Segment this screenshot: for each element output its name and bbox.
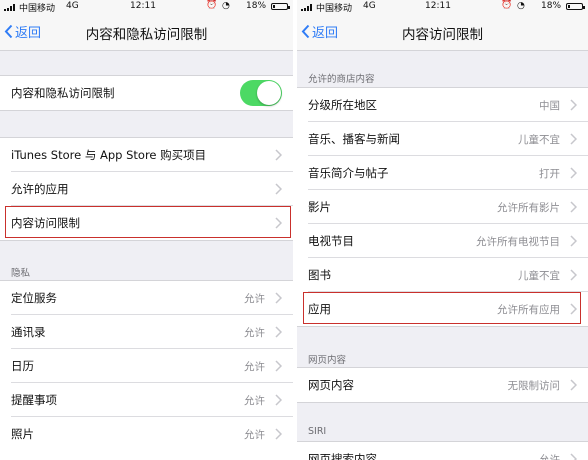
chevron-right-icon (570, 453, 577, 460)
row-value: 儿童不宜 (518, 134, 560, 146)
page-title: 内容访问限制 (402, 27, 483, 43)
chevron-right-icon (570, 133, 577, 145)
clock: 12:11 (130, 1, 156, 11)
row-label: 日历 (11, 359, 34, 373)
row-value: 允许 (244, 327, 265, 339)
row-ratings-region[interactable]: 分级所在地区 中国 (297, 88, 588, 122)
section-header-web-content: 网页内容 (308, 355, 347, 366)
row-value: 允许 (244, 429, 265, 441)
battery-icon (271, 3, 290, 10)
row-books[interactable]: 图书 儿童不宜 (297, 258, 588, 292)
chevron-right-icon (570, 99, 577, 111)
privacy-group: 定位服务 允许 通讯录 允许 日历 允许 提醒事项 允许 照片 允许 (0, 280, 293, 460)
row-movies[interactable]: 影片 允许所有影片 (297, 190, 588, 224)
highlight-box (303, 292, 581, 324)
row-label: 通讯录 (11, 325, 46, 339)
store-content-group: 分级所在地区 中国 音乐、播客与新闻 儿童不宜 音乐简介与帖子 打开 影片 允许… (297, 87, 588, 327)
page-title: 内容和隐私访问限制 (85, 27, 208, 43)
orientation-lock-icon: ◔ (222, 1, 230, 11)
row-label: 图书 (308, 268, 331, 282)
section-header-privacy: 隐私 (11, 268, 31, 279)
section-header-allowed-store-content: 允许的商店内容 (308, 74, 375, 85)
battery-percent: 18% (541, 1, 562, 11)
carrier-name: 中国移动 (19, 4, 56, 14)
chevron-right-icon (275, 428, 282, 440)
network-type: 4G (66, 1, 79, 11)
chevron-right-icon (275, 394, 282, 406)
row-label: 电视节目 (308, 234, 354, 248)
signal-icon (4, 4, 18, 11)
row-label: 网页搜索内容 (308, 452, 377, 460)
restrictions-toggle-group: 内容和隐私访问限制 (0, 75, 293, 111)
navigation-bar: 返回 内容和隐私访问限制 (0, 14, 293, 51)
row-web-content[interactable]: 网页内容 无限制访问 (297, 368, 588, 402)
row-label: 内容和隐私访问限制 (11, 86, 115, 100)
row-web-search-content[interactable]: 网页搜索内容 允许 (297, 442, 588, 460)
chevron-right-icon (570, 167, 577, 179)
row-itunes-app-store-purchases[interactable]: iTunes Store 与 App Store 购买项目 (0, 138, 293, 172)
settings-screen-left: 中国移动 4G 12:11 ⏰ ◔ 18% 返回 内容和隐私访问限制 内容和隐私… (0, 0, 293, 460)
alarm-icon: ⏰ (501, 0, 513, 10)
chevron-right-icon (275, 183, 282, 195)
row-value: 允许 (539, 454, 560, 460)
row-label: 音乐简介与帖子 (308, 166, 389, 180)
row-value: 允许 (244, 293, 265, 305)
row-value: 中国 (539, 100, 560, 112)
row-location-services[interactable]: 定位服务 允许 (0, 281, 293, 315)
row-label: 提醒事项 (11, 393, 57, 407)
row-value: 允许 (244, 395, 265, 407)
battery-icon (566, 3, 585, 10)
navigation-bar: 返回 内容访问限制 (297, 14, 588, 51)
chevron-right-icon (570, 379, 577, 391)
section-header-siri: SIRI (308, 426, 327, 437)
row-allowed-apps[interactable]: 允许的应用 (0, 172, 293, 206)
row-label: 影片 (308, 200, 331, 214)
orientation-lock-icon: ◔ (517, 1, 525, 11)
row-music-podcasts-news[interactable]: 音乐、播客与新闻 儿童不宜 (297, 122, 588, 156)
row-value: 允许 (244, 361, 265, 373)
chevron-right-icon (570, 235, 577, 247)
signal-icon (301, 4, 315, 11)
siri-group: 网页搜索内容 允许 (297, 441, 588, 460)
row-contacts[interactable]: 通讯录 允许 (0, 315, 293, 349)
row-value: 儿童不宜 (518, 270, 560, 282)
row-label: 网页内容 (308, 378, 354, 392)
toggle-knob (257, 81, 281, 105)
chevron-right-icon (275, 292, 282, 304)
row-label: 音乐、播客与新闻 (308, 132, 400, 146)
row-music-profiles-posts[interactable]: 音乐简介与帖子 打开 (297, 156, 588, 190)
network-type: 4G (363, 1, 376, 11)
row-tv-shows[interactable]: 电视节目 允许所有电视节目 (297, 224, 588, 258)
chevron-right-icon (275, 326, 282, 338)
row-label: iTunes Store 与 App Store 购买项目 (11, 148, 207, 162)
row-reminders[interactable]: 提醒事项 允许 (0, 383, 293, 417)
alarm-icon: ⏰ (206, 0, 218, 10)
row-label: 定位服务 (11, 291, 57, 305)
chevron-right-icon (275, 360, 282, 372)
status-bar: 中国移动 4G 12:11 ⏰ ◔ 18% (0, 0, 293, 14)
restrictions-toggle-row: 内容和隐私访问限制 (0, 76, 293, 110)
chevron-right-icon (570, 201, 577, 213)
row-label: 分级所在地区 (308, 98, 377, 112)
clock: 12:11 (425, 1, 451, 11)
row-value: 允许所有电视节目 (476, 236, 560, 248)
row-label: 照片 (11, 427, 34, 441)
status-bar: 中国移动 4G 12:11 ⏰ ◔ 18% (297, 0, 588, 14)
carrier-name: 中国移动 (316, 4, 353, 14)
row-label: 允许的应用 (11, 182, 69, 196)
restrictions-toggle-switch[interactable] (240, 80, 282, 106)
row-calendars[interactable]: 日历 允许 (0, 349, 293, 383)
row-value: 允许所有影片 (497, 202, 560, 214)
chevron-right-icon (570, 269, 577, 281)
chevron-right-icon (275, 149, 282, 161)
row-value: 打开 (539, 168, 560, 180)
settings-screen-right: 中国移动 4G 12:11 ⏰ ◔ 18% 返回 内容访问限制 允许的商店内容 … (297, 0, 588, 460)
web-content-group: 网页内容 无限制访问 (297, 367, 588, 403)
highlight-box (5, 206, 291, 238)
row-value: 无限制访问 (507, 380, 561, 392)
battery-percent: 18% (246, 1, 267, 11)
row-photos[interactable]: 照片 允许 (0, 417, 293, 451)
